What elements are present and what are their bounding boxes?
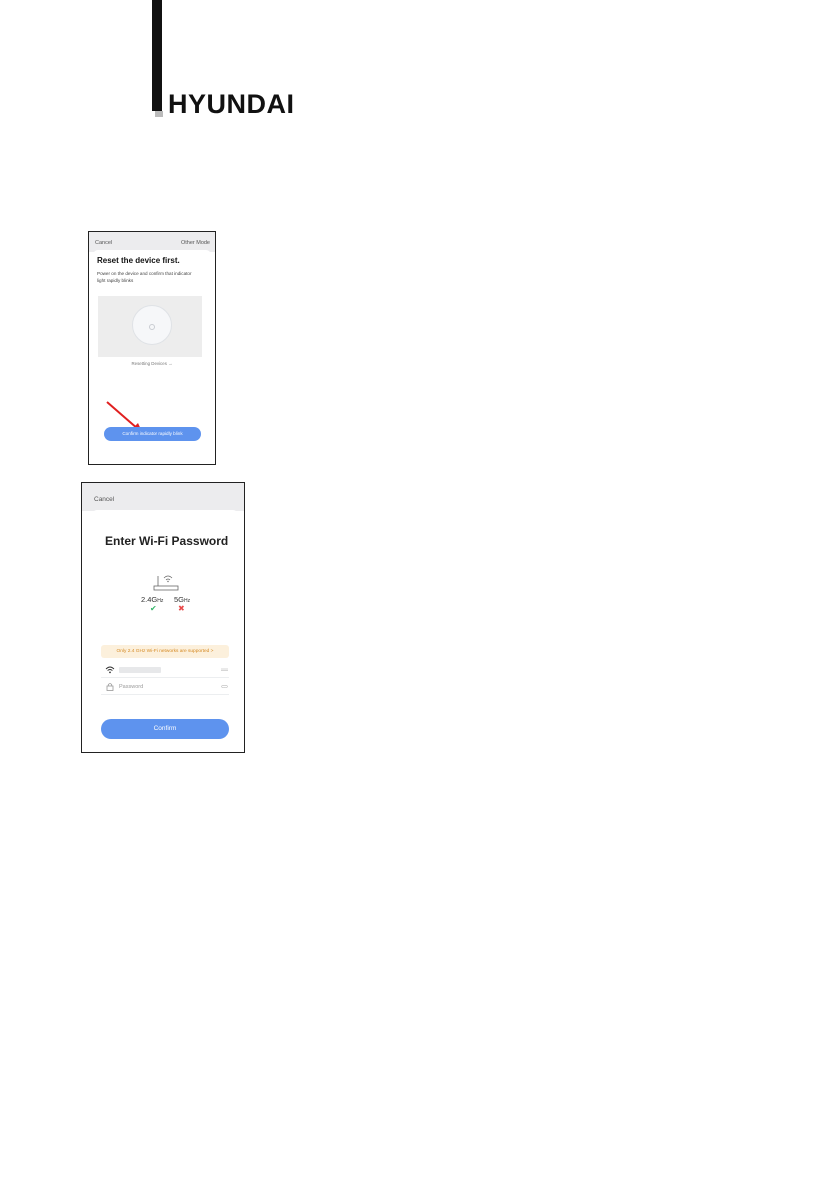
brand-logo: HYUNDAI bbox=[168, 89, 295, 119]
indicator-light-icon bbox=[149, 324, 155, 330]
check-icon: ✔ bbox=[150, 604, 157, 613]
brand-mark bbox=[155, 111, 163, 117]
cross-icon: ✖ bbox=[178, 604, 185, 613]
top-bar: Cancel Other Mode bbox=[89, 232, 215, 252]
band-notice[interactable]: Only 2.4 GHz Wi-Fi networks are supporte… bbox=[101, 645, 229, 658]
device-illustration bbox=[98, 296, 202, 357]
router-icon bbox=[153, 575, 179, 591]
lock-icon bbox=[106, 683, 114, 691]
wifi-icon bbox=[105, 666, 115, 674]
cancel-link[interactable]: Cancel bbox=[94, 496, 114, 503]
password-field[interactable]: Password bbox=[101, 680, 229, 695]
band-5ghz-label: 5GHz bbox=[174, 595, 191, 604]
switch-network-icon[interactable] bbox=[221, 668, 228, 671]
wifi-ssid-field[interactable] bbox=[101, 663, 229, 678]
reset-heading: Reset the device first. bbox=[97, 256, 180, 265]
reset-instructions: Power on the device and confirm that ind… bbox=[97, 271, 192, 283]
password-placeholder: Password bbox=[119, 684, 144, 690]
device-icon bbox=[132, 305, 172, 345]
brand-bar bbox=[152, 0, 162, 111]
wifi-card: Enter Wi-Fi Password 2.4GHz 5GHz ✔ ✖ Onl… bbox=[92, 510, 238, 752]
wifi-heading: Enter Wi-Fi Password bbox=[105, 534, 229, 548]
band-24ghz-label: 2.4GHz bbox=[141, 595, 164, 604]
wifi-password-screenshot: Cancel Enter Wi-Fi Password 2.4GHz 5GHz … bbox=[81, 482, 245, 753]
ssid-value-blurred bbox=[119, 667, 161, 673]
reset-card: Reset the device first. Power on the dev… bbox=[93, 250, 211, 464]
confirm-blink-button[interactable]: Confirm indicator rapidly blink bbox=[104, 427, 201, 441]
show-password-icon[interactable] bbox=[221, 685, 228, 688]
illustration-caption: Resetting Devices → bbox=[131, 361, 173, 366]
confirm-button[interactable]: Confirm bbox=[101, 719, 229, 739]
cancel-link[interactable]: Cancel bbox=[95, 240, 112, 246]
top-bar: Cancel bbox=[82, 483, 244, 511]
reset-device-screenshot: Cancel Other Mode Reset the device first… bbox=[88, 231, 216, 465]
other-mode-link[interactable]: Other Mode bbox=[181, 240, 210, 246]
